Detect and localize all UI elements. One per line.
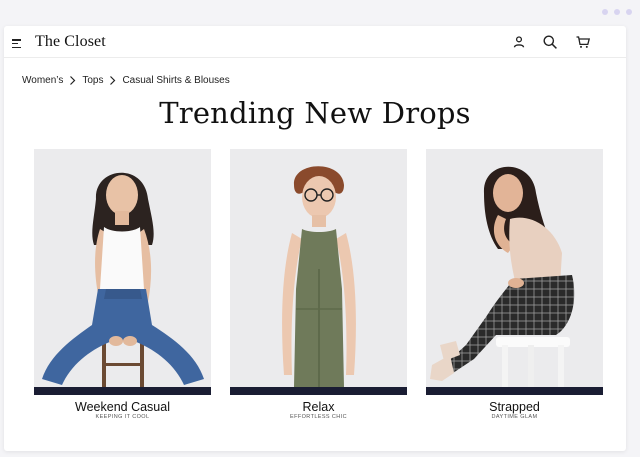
browser-window: The Closet Women’s Tops Casual Shirts & … xyxy=(4,26,626,451)
chevron-right-icon xyxy=(70,76,76,85)
product-photo[interactable] xyxy=(230,149,407,387)
card-subtitle: KEEPING IT COOL xyxy=(95,414,150,420)
model-illustration xyxy=(34,149,211,387)
model-illustration xyxy=(426,149,603,387)
card-accent-bar xyxy=(230,387,407,395)
window-dot[interactable] xyxy=(602,9,608,15)
app-frame: The Closet Women’s Tops Casual Shirts & … xyxy=(0,0,640,457)
cart-icon[interactable] xyxy=(575,34,591,50)
product-card[interactable]: Strapped DAYTIME GLAM xyxy=(426,149,603,420)
card-subtitle: EFFORTLESS CHIC xyxy=(290,414,347,420)
brand-logo[interactable]: The Closet xyxy=(35,33,106,51)
model-illustration xyxy=(230,149,407,387)
breadcrumb-item-current[interactable]: Casual Shirts & Blouses xyxy=(122,75,229,86)
product-card[interactable]: Relax EFFORTLESS CHIC xyxy=(230,149,407,420)
breadcrumb-item-tops[interactable]: Tops xyxy=(82,75,103,86)
breadcrumb-item-womens[interactable]: Women’s xyxy=(22,75,63,86)
chevron-right-icon xyxy=(110,76,116,85)
site-header: The Closet xyxy=(4,26,626,58)
card-accent-bar xyxy=(426,387,603,395)
card-title[interactable]: Weekend Casual xyxy=(34,400,211,414)
menu-icon[interactable] xyxy=(12,39,22,49)
window-controls xyxy=(602,9,632,15)
card-accent-bar xyxy=(34,387,211,395)
card-title[interactable]: Relax xyxy=(230,400,407,414)
window-dot[interactable] xyxy=(626,9,632,15)
window-dot[interactable] xyxy=(614,9,620,15)
card-title[interactable]: Strapped xyxy=(426,400,603,414)
card-subtitle: DAYTIME GLAM xyxy=(491,414,538,420)
product-photo[interactable] xyxy=(426,149,603,387)
search-icon[interactable] xyxy=(542,34,558,50)
account-icon[interactable] xyxy=(511,34,527,50)
product-photo[interactable] xyxy=(34,149,211,387)
product-card[interactable]: Weekend Casual KEEPING IT COOL xyxy=(34,149,211,420)
page-title: Trending New Drops xyxy=(159,96,471,130)
breadcrumb: Women’s Tops Casual Shirts & Blouses xyxy=(22,75,230,86)
